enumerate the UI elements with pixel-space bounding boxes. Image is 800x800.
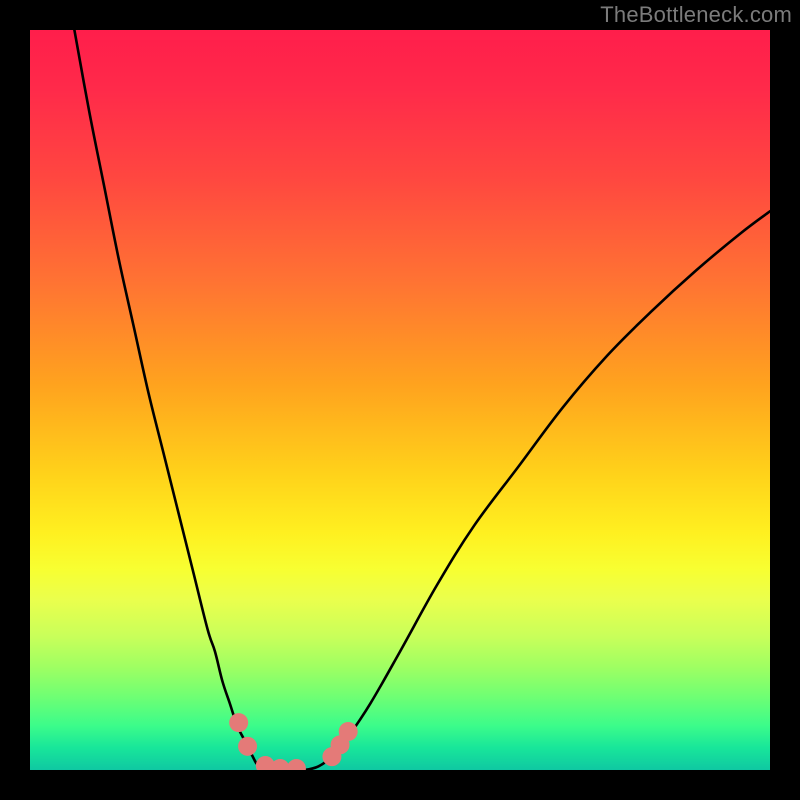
- bottleneck-curve-path: [74, 30, 770, 770]
- chart-frame: TheBottleneck.com: [0, 0, 800, 800]
- marker-point: [271, 759, 290, 770]
- marker-point: [339, 722, 358, 741]
- marker-point: [238, 737, 257, 756]
- marker-point: [229, 713, 248, 732]
- curve-layer: [30, 30, 770, 770]
- watermark-text: TheBottleneck.com: [600, 2, 792, 28]
- marker-point: [287, 759, 306, 770]
- marker-points: [229, 713, 358, 770]
- bottleneck-curve: [74, 30, 770, 770]
- plot-area: [30, 30, 770, 770]
